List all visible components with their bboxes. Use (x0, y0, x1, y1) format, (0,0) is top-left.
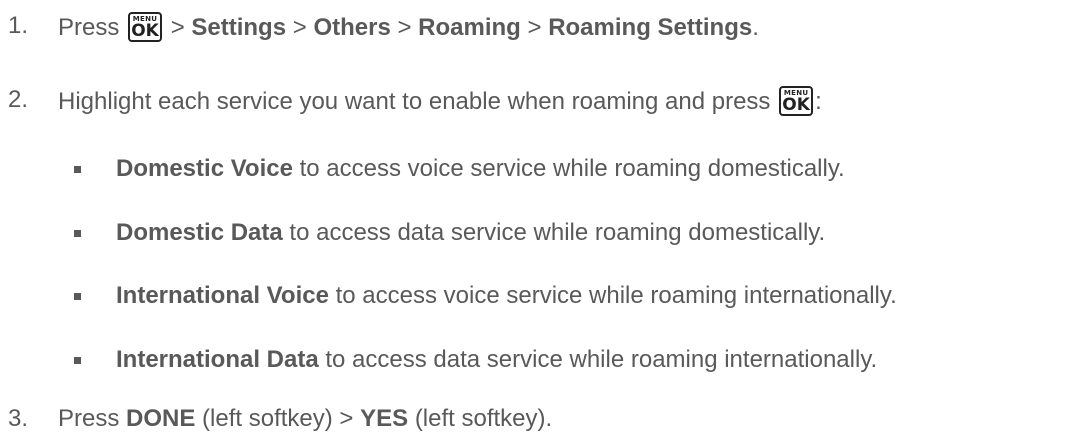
menu-path-others: Others (313, 14, 391, 41)
period: . (752, 14, 759, 41)
menu-path-roaming-settings: Roaming Settings (548, 14, 753, 41)
menu-ok-key-icon: MENU OK (779, 86, 814, 116)
bullet-text: International Voice to access voice serv… (116, 282, 897, 310)
key-main-label: OK (782, 95, 810, 115)
bullet-term: Domestic Voice (116, 155, 293, 182)
key-main-label: OK (131, 21, 159, 41)
bullet-square-icon (74, 357, 81, 364)
step-word: Press (58, 14, 120, 41)
bullet-description: to access voice service while roaming in… (335, 282, 897, 309)
bullet-term: International Voice (116, 282, 329, 309)
separator: > (527, 14, 542, 41)
menu-path-settings: Settings (191, 14, 287, 41)
menu-ok-key-icon: MENU OK (128, 12, 163, 42)
bullet-description: to access data service while roaming int… (325, 346, 878, 373)
bullet-term: International Data (116, 346, 319, 373)
bullet-square-icon (74, 230, 81, 237)
step-text: Highlight each service you want to enabl… (58, 86, 822, 116)
step-number: 1. (8, 12, 29, 39)
bullet-term: Domestic Data (116, 219, 283, 246)
step-text: Press MENU OK > Settings > Others > Roami… (58, 12, 759, 42)
separator: > (397, 14, 412, 41)
menu-path-roaming: Roaming (418, 14, 521, 41)
bullet-text: Domestic Data to access data service whi… (116, 219, 825, 247)
step-instruction: Highlight each service you want to enabl… (58, 88, 771, 115)
softkey-note: (left softkey). (414, 405, 553, 432)
bullet-text: Domestic Voice to access voice service w… (116, 155, 845, 183)
softkey-note: (left softkey) > (202, 405, 354, 432)
softkey-done: DONE (126, 405, 196, 432)
step-number: 3. (8, 405, 29, 432)
bullet-description: to access voice service while roaming do… (299, 155, 845, 182)
separator: > (292, 14, 307, 41)
step-number: 2. (8, 86, 29, 113)
bullet-description: to access data service while roaming dom… (289, 219, 826, 246)
bullet-square-icon (74, 293, 81, 300)
step-text: Press DONE (left softkey) > YES (left so… (58, 405, 552, 433)
separator: > (170, 14, 185, 41)
colon: : (815, 88, 822, 115)
softkey-yes: YES (360, 405, 409, 432)
bullet-text: International Data to access data servic… (116, 346, 877, 374)
bullet-square-icon (74, 166, 81, 173)
step-word: Press (58, 405, 120, 432)
